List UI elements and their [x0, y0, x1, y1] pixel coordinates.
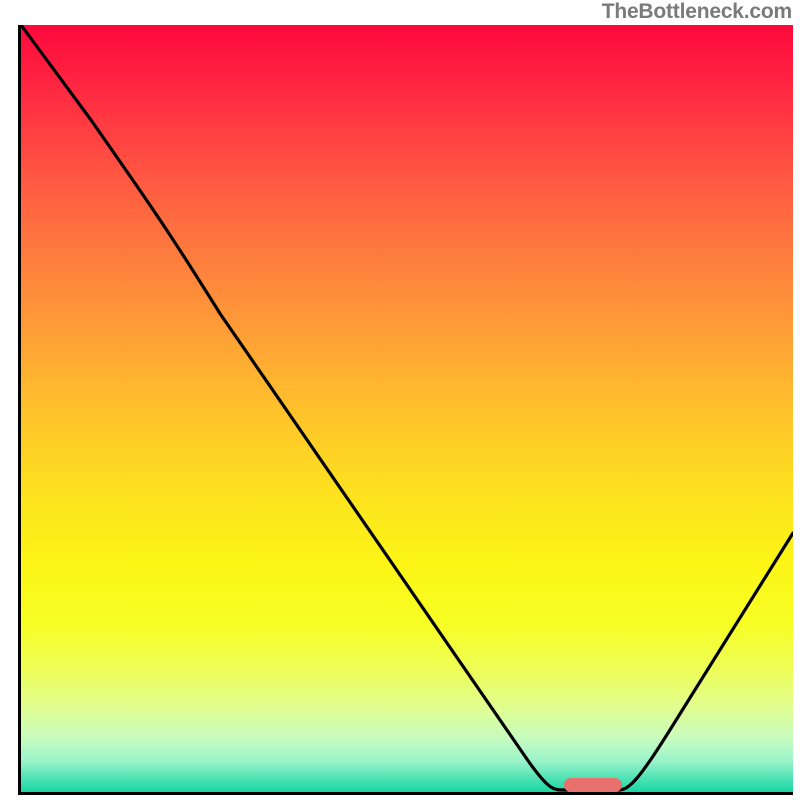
chart-frame	[18, 25, 793, 795]
chart-curve	[21, 25, 793, 792]
watermark-text: TheBottleneck.com	[602, 0, 792, 24]
optimal-range-marker	[564, 778, 622, 792]
